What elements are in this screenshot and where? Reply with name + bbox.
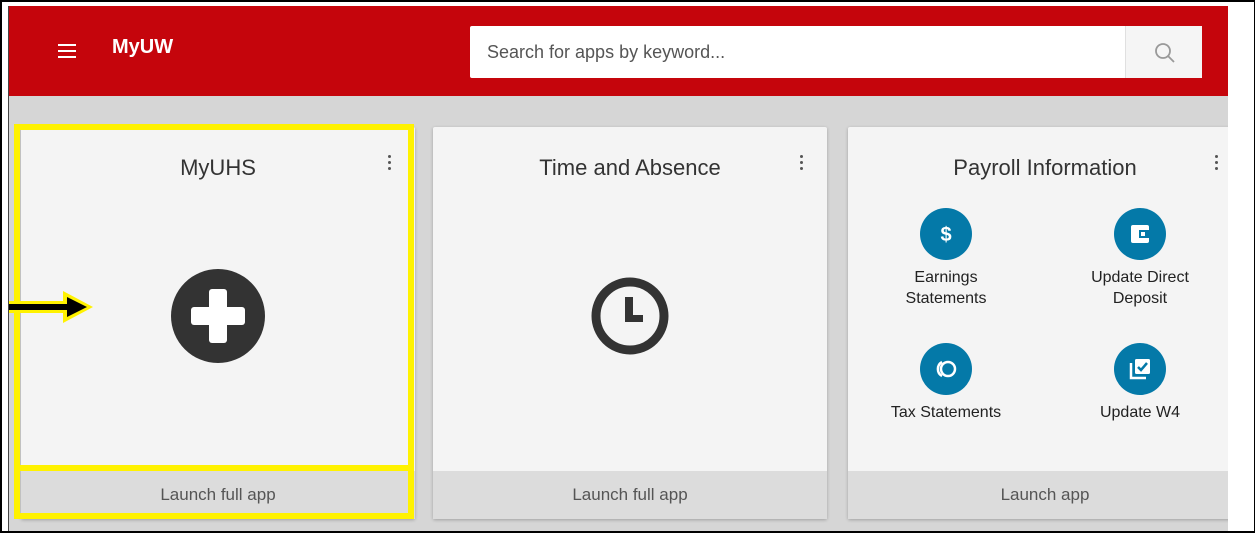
screenshot-frame: MyUW MyUHS xyxy=(0,0,1255,533)
clock-icon xyxy=(589,275,671,362)
svg-text:$: $ xyxy=(940,224,951,246)
launch-full-app-button[interactable]: Launch full app xyxy=(433,471,827,519)
pointer-arrow-icon xyxy=(9,291,93,323)
card-title: MyUHS xyxy=(180,155,256,180)
hamburger-menu-icon[interactable] xyxy=(58,44,76,58)
update-w4-link[interactable]: Update W4 xyxy=(1060,343,1220,423)
top-app-bar: MyUW xyxy=(9,6,1228,96)
highlight-divider xyxy=(14,465,414,471)
search-icon xyxy=(1155,43,1175,63)
more-options-icon[interactable] xyxy=(799,155,805,173)
more-options-icon[interactable] xyxy=(1214,155,1220,173)
link-label: Update W4 xyxy=(1099,404,1181,421)
dollar-icon: $ xyxy=(920,208,972,260)
wallet-icon xyxy=(1114,208,1166,260)
link-label: Update Direct Deposit xyxy=(1091,269,1189,307)
check-doc-icon xyxy=(1114,343,1166,395)
link-label: Tax Statements xyxy=(890,404,1002,421)
earnings-statements-link[interactable]: $ Earnings Statements xyxy=(866,208,1026,309)
myuw-page: MyUW MyUHS xyxy=(8,6,1228,531)
card-title: Time and Absence xyxy=(539,155,721,180)
launch-app-button[interactable]: Launch app xyxy=(848,471,1228,519)
launch-full-app-button[interactable]: Launch full app xyxy=(21,471,415,519)
search-box xyxy=(470,26,1202,78)
tax-icon xyxy=(920,343,972,395)
tax-statements-link[interactable]: Tax Statements xyxy=(866,343,1026,423)
update-direct-deposit-link[interactable]: Update Direct Deposit xyxy=(1060,208,1220,309)
card-payroll-information[interactable]: Payroll Information $ Earnings Statement… xyxy=(848,127,1228,519)
search-input[interactable] xyxy=(470,26,1124,78)
card-title: Payroll Information xyxy=(953,155,1137,180)
card-time-and-absence[interactable]: Time and Absence Launch full app xyxy=(433,127,827,519)
medical-plus-icon xyxy=(171,269,265,368)
search-button[interactable] xyxy=(1125,26,1202,78)
link-label: Earnings Statements xyxy=(905,269,987,307)
app-title[interactable]: MyUW xyxy=(112,36,173,59)
more-options-icon[interactable] xyxy=(387,155,393,173)
